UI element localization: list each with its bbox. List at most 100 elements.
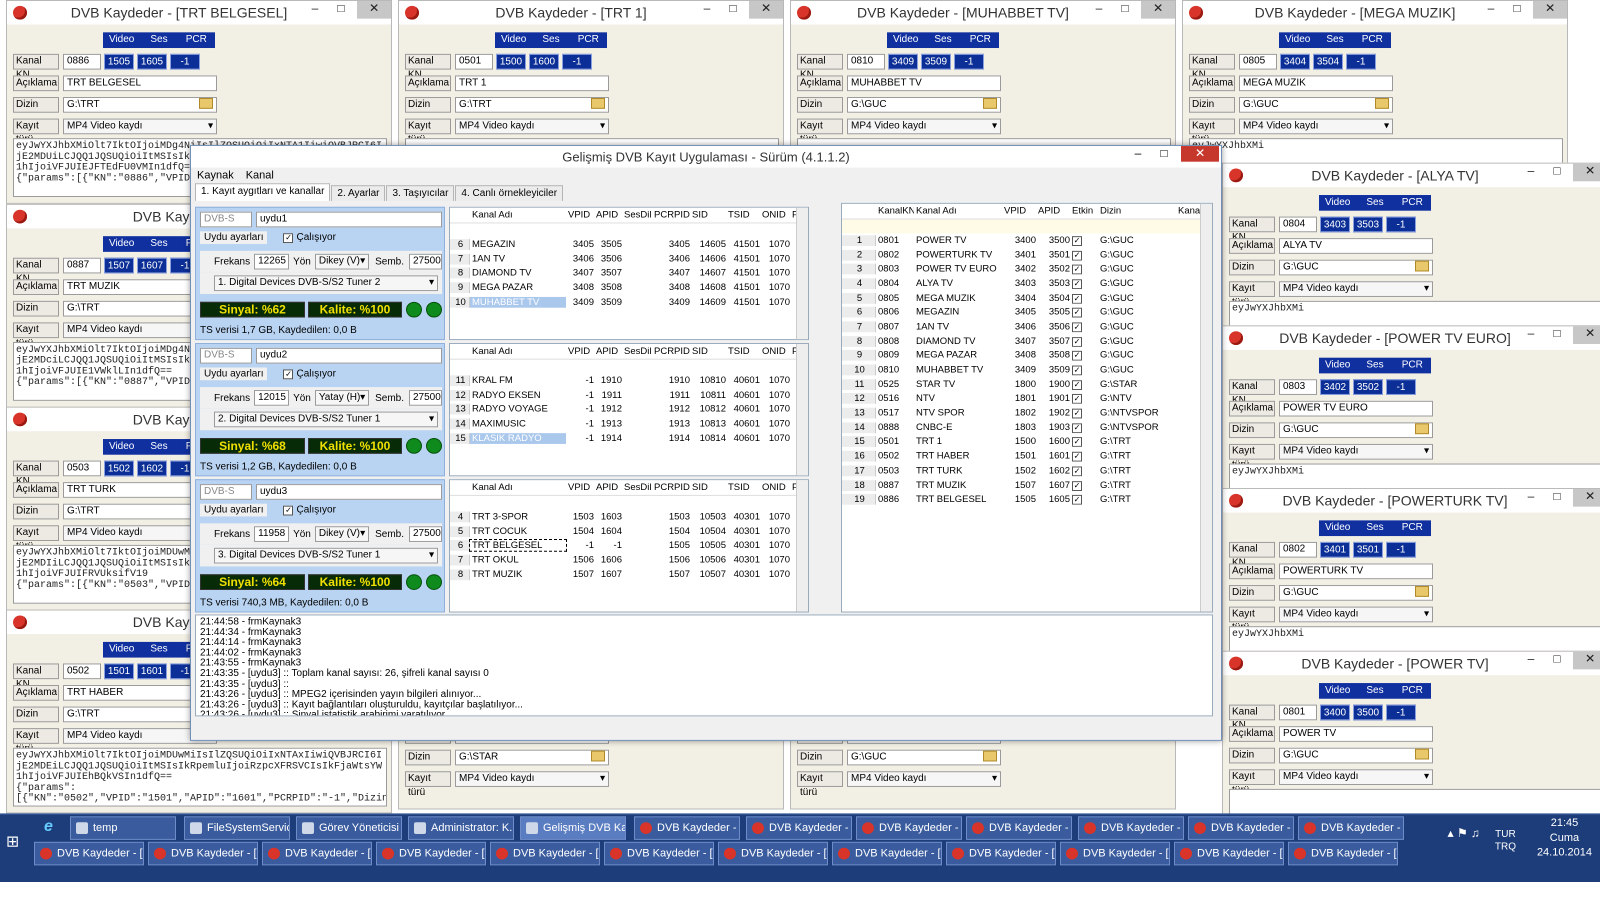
- satellite-name-field[interactable]: uydu1: [256, 211, 442, 228]
- taskbar-button[interactable]: temp: [70, 816, 176, 840]
- taskbar-button[interactable]: DVB Kaydeder - [...: [376, 841, 486, 866]
- maximize-button[interactable]: □: [1543, 652, 1571, 670]
- recording-row[interactable]: 12 0516 NTV 1801 1901 ✓ G:\NTV: [842, 392, 1212, 406]
- aciklama-field[interactable]: MUHABBET TV: [847, 75, 1001, 92]
- etkin-checkbox[interactable]: ✓: [1072, 451, 1082, 462]
- column-header[interactable]: KanalKN: [876, 206, 914, 217]
- kayit-turu-select[interactable]: MP4 Video kaydı: [1279, 769, 1433, 785]
- dizin-field[interactable]: G:\STAR: [455, 749, 609, 766]
- calisiyor-checkbox[interactable]: ✓: [283, 232, 294, 243]
- pcr-pid-field[interactable]: -1: [1386, 379, 1416, 395]
- close-button[interactable]: ✕: [1573, 163, 1600, 182]
- minimize-button[interactable]: –: [301, 1, 329, 19]
- recording-row[interactable]: 19 0886 TRT BELGESEL 1505 1605 ✓ G:\TRT: [842, 492, 1212, 506]
- recording-row[interactable]: 15 0501 TRT 1 1500 1600 ✓ G:\TRT: [842, 435, 1212, 449]
- window-titlebar[interactable]: DVB Kaydeder - [MEGA MUZIK] – □ ✕: [1183, 0, 1567, 25]
- pcr-pid-field[interactable]: -1: [170, 53, 200, 70]
- channel-row[interactable]: 9 MEGA PAZAR 3408 3508 3408 14608 41501 1070: [450, 280, 808, 294]
- video-pid-field[interactable]: 1507: [104, 257, 134, 274]
- calisiyor-checkbox[interactable]: ✓: [283, 505, 294, 515]
- channel-table[interactable]: Kanal Adı VPID APID SesDili PCRPID SID TSID ONI…: [449, 479, 809, 613]
- pcr-pid-field[interactable]: -1: [1386, 216, 1416, 233]
- dizin-field[interactable]: G:\TRT: [455, 97, 609, 113]
- recording-table[interactable]: KanalKN Kanal Adı VPID APID Etkin Dizin Kanal 1…: [841, 202, 1213, 613]
- maximize-button[interactable]: □: [1543, 164, 1571, 182]
- channel-row[interactable]: 4 TRT 3-SPOR 1503 1603 1503 10503 40301 1070: [450, 510, 808, 524]
- audio-pid-field[interactable]: 3504: [1313, 53, 1343, 70]
- channel-row[interactable]: 5 TRT COCUK 1504 1604 1504 10504 40301 1070: [450, 524, 808, 538]
- column-header[interactable]: APID: [594, 482, 622, 493]
- audio-pid-field[interactable]: 3503: [1353, 216, 1383, 233]
- audio-pid-field[interactable]: 3509: [921, 53, 951, 70]
- yon-select[interactable]: Dikey (V): [314, 253, 370, 270]
- pcr-pid-field[interactable]: -1: [1346, 53, 1376, 70]
- window-titlebar[interactable]: DVB Kaydeder - [POWER TV] – □ ✕: [1223, 651, 1600, 676]
- etkin-checkbox[interactable]: ✓: [1072, 236, 1082, 246]
- channel-row[interactable]: 7 TRT OKUL 1506 1606 1506 10506 40301 1070: [450, 553, 808, 567]
- minimize-button[interactable]: –: [1125, 146, 1151, 162]
- pcr-pid-field[interactable]: -1: [562, 53, 592, 70]
- channel-table[interactable]: Kanal Adı VPID APID SesDili PCRPID SID TSID ONI…: [449, 206, 809, 341]
- minimize-button[interactable]: –: [1517, 326, 1545, 344]
- dizin-field[interactable]: G:\TRT: [63, 97, 217, 113]
- channel-row[interactable]: 8 DIAMOND TV 3407 3507 3407 14607 41501 1070: [450, 266, 808, 280]
- ie-icon[interactable]: e: [44, 818, 62, 836]
- folder-icon[interactable]: [591, 98, 605, 109]
- pcr-pid-field[interactable]: -1: [1386, 541, 1416, 558]
- taskbar-button[interactable]: DVB Kaydeder - [...: [1288, 841, 1398, 866]
- column-header[interactable]: SesDili: [622, 482, 652, 493]
- recording-row[interactable]: 3 0803 POWER TV EURO 3402 3502 ✓ G:\GUC: [842, 262, 1212, 276]
- etkin-checkbox[interactable]: ✓: [1072, 495, 1082, 505]
- window-titlebar[interactable]: DVB Kaydeder - [ALYA TV] – □ ✕: [1223, 163, 1600, 188]
- satellite-name-field[interactable]: uydu3: [256, 484, 442, 500]
- channel-row[interactable]: 10 MUHABBET TV 3409 3509 3409 14609 41501 1070: [450, 295, 808, 309]
- satellite-name-field[interactable]: uydu2: [256, 347, 442, 364]
- taskbar-button[interactable]: Administrator: K...: [408, 816, 514, 840]
- column-header[interactable]: Kanal Adı: [470, 346, 566, 357]
- etkin-checkbox[interactable]: ✓: [1072, 480, 1082, 491]
- recording-row[interactable]: 10 0810 MUHABBET TV 3409 3509 ✓ G:\GUC: [842, 363, 1212, 377]
- audio-pid-field[interactable]: 1607: [137, 257, 167, 274]
- aciklama-field[interactable]: TRT BELGESEL: [63, 75, 217, 92]
- dvb-type-select[interactable]: DVB-S: [200, 347, 252, 364]
- channel-row[interactable]: 6 MEGAZIN 3405 3505 3405 14605 41501 1070: [450, 237, 808, 251]
- column-header[interactable]: SesDili: [622, 210, 652, 221]
- column-header[interactable]: VPID: [566, 482, 594, 493]
- maximize-button[interactable]: □: [1543, 489, 1571, 507]
- semb-field[interactable]: 27500: [409, 526, 442, 542]
- dizin-field[interactable]: G:\GUC: [847, 97, 1001, 113]
- video-pid-field[interactable]: 3409: [888, 53, 918, 70]
- etkin-checkbox[interactable]: ✓: [1072, 322, 1082, 333]
- window-titlebar[interactable]: DVB Kaydeder - [MUHABBET TV] – □ ✕: [791, 0, 1175, 25]
- folder-icon[interactable]: [199, 98, 213, 109]
- taskbar-button[interactable]: DVB Kaydeder - [...: [490, 841, 600, 866]
- kanal-kn-field[interactable]: 0501: [455, 53, 493, 70]
- kanal-kn-field[interactable]: 0886: [63, 53, 101, 70]
- log-panel[interactable]: 21:44:58 - frmKaynak3 21:44:34 - frmKayna…: [195, 614, 1213, 717]
- dizin-field[interactable]: G:\GUC: [1279, 259, 1433, 276]
- kayit-turu-select[interactable]: MP4 Video kaydı: [847, 118, 1001, 135]
- column-header[interactable]: VPID: [566, 346, 594, 357]
- kayit-turu-select[interactable]: MP4 Video kaydı: [1279, 443, 1433, 460]
- recording-row[interactable]: 1 0801 POWER TV 3400 3500 ✓ G:\GUC: [842, 233, 1212, 247]
- kanal-kn-field[interactable]: 0503: [63, 460, 101, 477]
- tab[interactable]: 4. Canlı örnekleyiciler: [455, 185, 564, 201]
- kanal-kn-field[interactable]: 0810: [847, 53, 885, 70]
- minimize-button[interactable]: –: [1517, 164, 1545, 182]
- column-header[interactable]: ONID: [760, 210, 790, 221]
- language-indicator[interactable]: TUR TRQ: [1495, 828, 1516, 853]
- channel-row[interactable]: 6 TRT BELGESEL -1 -1 1505 10505 40301 1070: [450, 538, 808, 552]
- video-pid-field[interactable]: 1500: [496, 53, 526, 70]
- main-titlebar[interactable]: Gelişmiş DVB Kayıt Uygulaması - Sürüm (4…: [191, 146, 1221, 168]
- etkin-checkbox[interactable]: ✓: [1072, 365, 1082, 376]
- channel-row[interactable]: 15 KLASIK RADYO -1 1914 1914 10814 40601 1070: [450, 431, 808, 445]
- recording-row[interactable]: 18 0887 TRT MUZIK 1507 1607 ✓ G:\TRT: [842, 478, 1212, 492]
- audio-pid-field[interactable]: 1602: [137, 460, 167, 477]
- dizin-field[interactable]: G:\GUC: [847, 749, 1001, 766]
- maximize-button[interactable]: □: [327, 1, 355, 19]
- semb-field[interactable]: 27500: [409, 253, 442, 270]
- etkin-checkbox[interactable]: ✓: [1072, 351, 1082, 361]
- column-header[interactable]: ONID: [760, 482, 790, 493]
- recording-row[interactable]: 4 0804 ALYA TV 3403 3503 ✓ G:\GUC: [842, 276, 1212, 290]
- recording-row[interactable]: 13 0517 NTV SPOR 1802 1902 ✓ G:\NTVSPOR: [842, 406, 1212, 420]
